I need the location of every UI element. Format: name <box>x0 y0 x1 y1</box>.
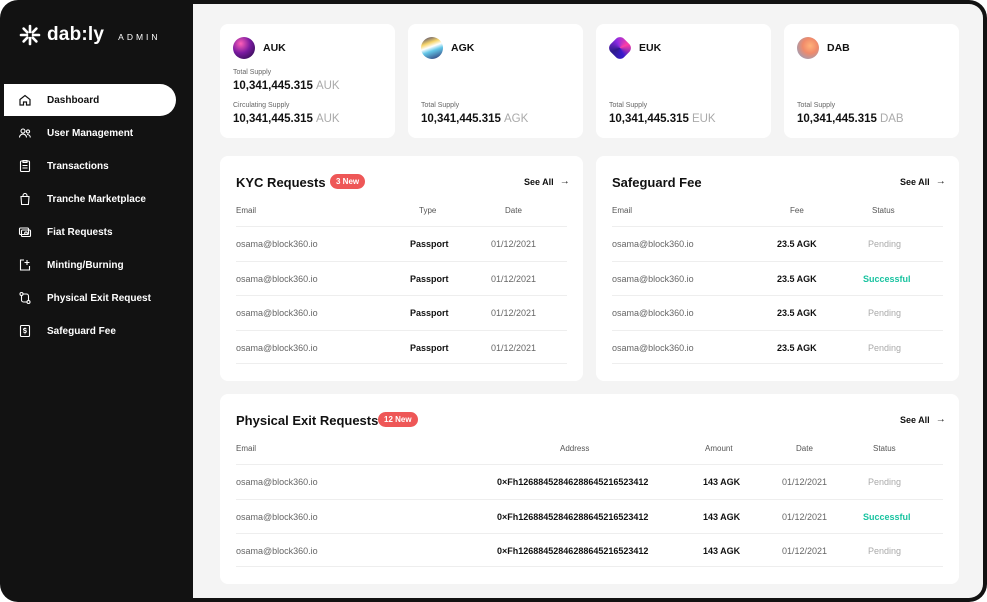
circulating-supply-value: 10,341,445.315 AUK <box>233 113 340 125</box>
sidebar-item-transactions[interactable]: Transactions <box>4 150 193 182</box>
total-supply-value: 10,341,445.315 AUK <box>233 80 340 92</box>
sidebar-item-label: Dashboard <box>47 94 100 106</box>
brand-logo[interactable]: dab:ly ADMIN <box>19 24 161 46</box>
total-supply-value: 10,341,445.315 AGK <box>421 113 529 125</box>
sidebar-item-label: Physical Exit Request <box>47 292 151 304</box>
home-icon <box>18 93 32 107</box>
sidebar-item-user-management[interactable]: User Management <box>4 117 193 149</box>
kyc-title: KYC Requests <box>236 175 326 190</box>
sidebar-item-label: User Management <box>47 127 134 139</box>
total-supply-label: Total Supply <box>421 102 460 109</box>
sidebar-item-safeguard-fee[interactable]: Safeguard Fee <box>4 315 193 347</box>
safeguard-see-all-link[interactable]: See All → <box>900 176 946 187</box>
main-content: AUK Total Supply 10,341,445.315 AUK Circu… <box>193 4 983 598</box>
sidebar-item-label: Transactions <box>47 160 109 172</box>
euk-coin-icon <box>606 34 634 62</box>
table-row[interactable]: osama@block360.io 0×Fh126884528462886452… <box>236 464 943 498</box>
arrow-right-icon: → <box>559 176 570 187</box>
status-badge: Successful <box>863 512 911 522</box>
col-header-amount: Amount <box>705 444 733 453</box>
dab-coin-icon <box>797 37 819 59</box>
token-symbol: AUK <box>263 42 286 54</box>
total-supply-label: Total Supply <box>797 102 836 109</box>
app-window: dab:ly ADMIN Dashboard User Management T… <box>0 0 987 602</box>
exits-title: Physical Exit Requests <box>236 413 379 428</box>
col-header-email: Email <box>236 444 257 453</box>
col-header-fee: Fee <box>790 206 804 215</box>
col-header-status: Status <box>873 444 896 453</box>
col-header-address: Address <box>560 444 590 453</box>
auk-coin-icon <box>233 37 255 59</box>
total-supply-value: 10,341,445.315 EUK <box>609 113 716 125</box>
total-supply-value: 10,341,445.315 DAB <box>797 113 904 125</box>
total-supply-label: Total Supply <box>233 69 272 76</box>
sidebar-item-physical-exit-request[interactable]: Physical Exit Request <box>4 282 193 314</box>
token-card-dab[interactable]: DAB Total Supply 10,341,445.315 DAB <box>784 24 959 138</box>
clipboard-icon <box>18 159 32 173</box>
table-row[interactable]: osama@block360.io Passport 01/12/2021 <box>236 330 567 364</box>
sidebar-item-tranche-marketplace[interactable]: Tranche Marketplace <box>4 183 193 215</box>
cash-icon <box>18 225 32 239</box>
token-symbol: AGK <box>451 42 475 54</box>
status-badge: Pending <box>868 343 902 353</box>
users-icon <box>18 126 32 140</box>
brand-name: dab:ly <box>47 24 105 45</box>
sidebar-item-fiat-requests[interactable]: Fiat Requests <box>4 216 193 248</box>
kyc-new-badge: 3 New <box>330 174 366 189</box>
agk-coin-icon <box>421 37 443 59</box>
arrow-right-icon: → <box>935 414 946 425</box>
sidebar-item-dashboard[interactable]: Dashboard <box>4 84 176 116</box>
arrow-right-icon: → <box>935 176 946 187</box>
table-row[interactable]: osama@block360.io 23.5 AGK Pending <box>612 295 943 329</box>
status-badge: Pending <box>868 546 902 556</box>
table-row[interactable]: osama@block360.io Passport 01/12/2021 <box>236 226 567 260</box>
exits-new-badge: 12 New <box>378 412 418 427</box>
status-badge: Pending <box>868 239 902 249</box>
sidebar-item-label: Tranche Marketplace <box>47 193 146 205</box>
token-card-agk[interactable]: AGK Total Supply 10,341,445.315 AGK <box>408 24 583 138</box>
token-card-euk[interactable]: EUK Total Supply 10,341,445.315 EUK <box>596 24 771 138</box>
status-badge: Successful <box>863 274 911 284</box>
bag-icon <box>18 192 32 206</box>
table-row[interactable]: osama@block360.io 23.5 AGK Successful <box>612 261 943 295</box>
col-header-email: Email <box>612 206 633 215</box>
col-header-date: Date <box>505 206 522 215</box>
safeguard-title: Safeguard Fee <box>612 175 702 190</box>
total-supply-label: Total Supply <box>609 102 648 109</box>
token-card-auk[interactable]: AUK Total Supply 10,341,445.315 AUK Circu… <box>220 24 395 138</box>
col-header-date: Date <box>796 444 813 453</box>
table-row[interactable]: osama@block360.io 0×Fh126884528462886452… <box>236 499 943 533</box>
col-header-type: Type <box>419 206 437 215</box>
status-badge: Pending <box>868 308 902 318</box>
route-icon <box>18 291 32 305</box>
dollar-doc-icon <box>18 324 32 338</box>
sidebar-item-label: Minting/Burning <box>47 259 124 271</box>
mint-icon <box>18 258 32 272</box>
status-badge: Pending <box>868 477 902 487</box>
table-row[interactable]: osama@block360.io Passport 01/12/2021 <box>236 261 567 295</box>
logo-icon <box>19 24 41 46</box>
table-row[interactable]: osama@block360.io 23.5 AGK Pending <box>612 226 943 260</box>
table-row[interactable]: osama@block360.io Passport 01/12/2021 <box>236 295 567 329</box>
sidebar: dab:ly ADMIN Dashboard User Management T… <box>4 4 193 598</box>
table-row[interactable]: osama@block360.io 0×Fh126884528462886452… <box>236 533 943 567</box>
circulating-supply-label: Circulating Supply <box>233 102 290 109</box>
sidebar-item-label: Fiat Requests <box>47 226 113 238</box>
col-header-email: Email <box>236 206 257 215</box>
token-symbol: EUK <box>639 42 662 54</box>
sidebar-item-label: Safeguard Fee <box>47 325 116 337</box>
sidebar-item-minting-burning[interactable]: Minting/Burning <box>4 249 193 281</box>
kyc-requests-card: KYC Requests 3 New See All → Email Type D… <box>220 156 583 381</box>
sidebar-nav: Dashboard User Management Transactions T… <box>4 84 193 348</box>
exits-see-all-link[interactable]: See All → <box>900 414 946 425</box>
brand-tag: ADMIN <box>118 31 161 42</box>
physical-exit-requests-card: Physical Exit Requests 12 New See All → E… <box>220 394 959 584</box>
token-symbol: DAB <box>827 42 850 54</box>
table-row[interactable]: osama@block360.io 23.5 AGK Pending <box>612 330 943 364</box>
col-header-status: Status <box>872 206 895 215</box>
kyc-see-all-link[interactable]: See All → <box>524 176 570 187</box>
safeguard-fee-card: Safeguard Fee See All → Email Fee Status … <box>596 156 959 381</box>
